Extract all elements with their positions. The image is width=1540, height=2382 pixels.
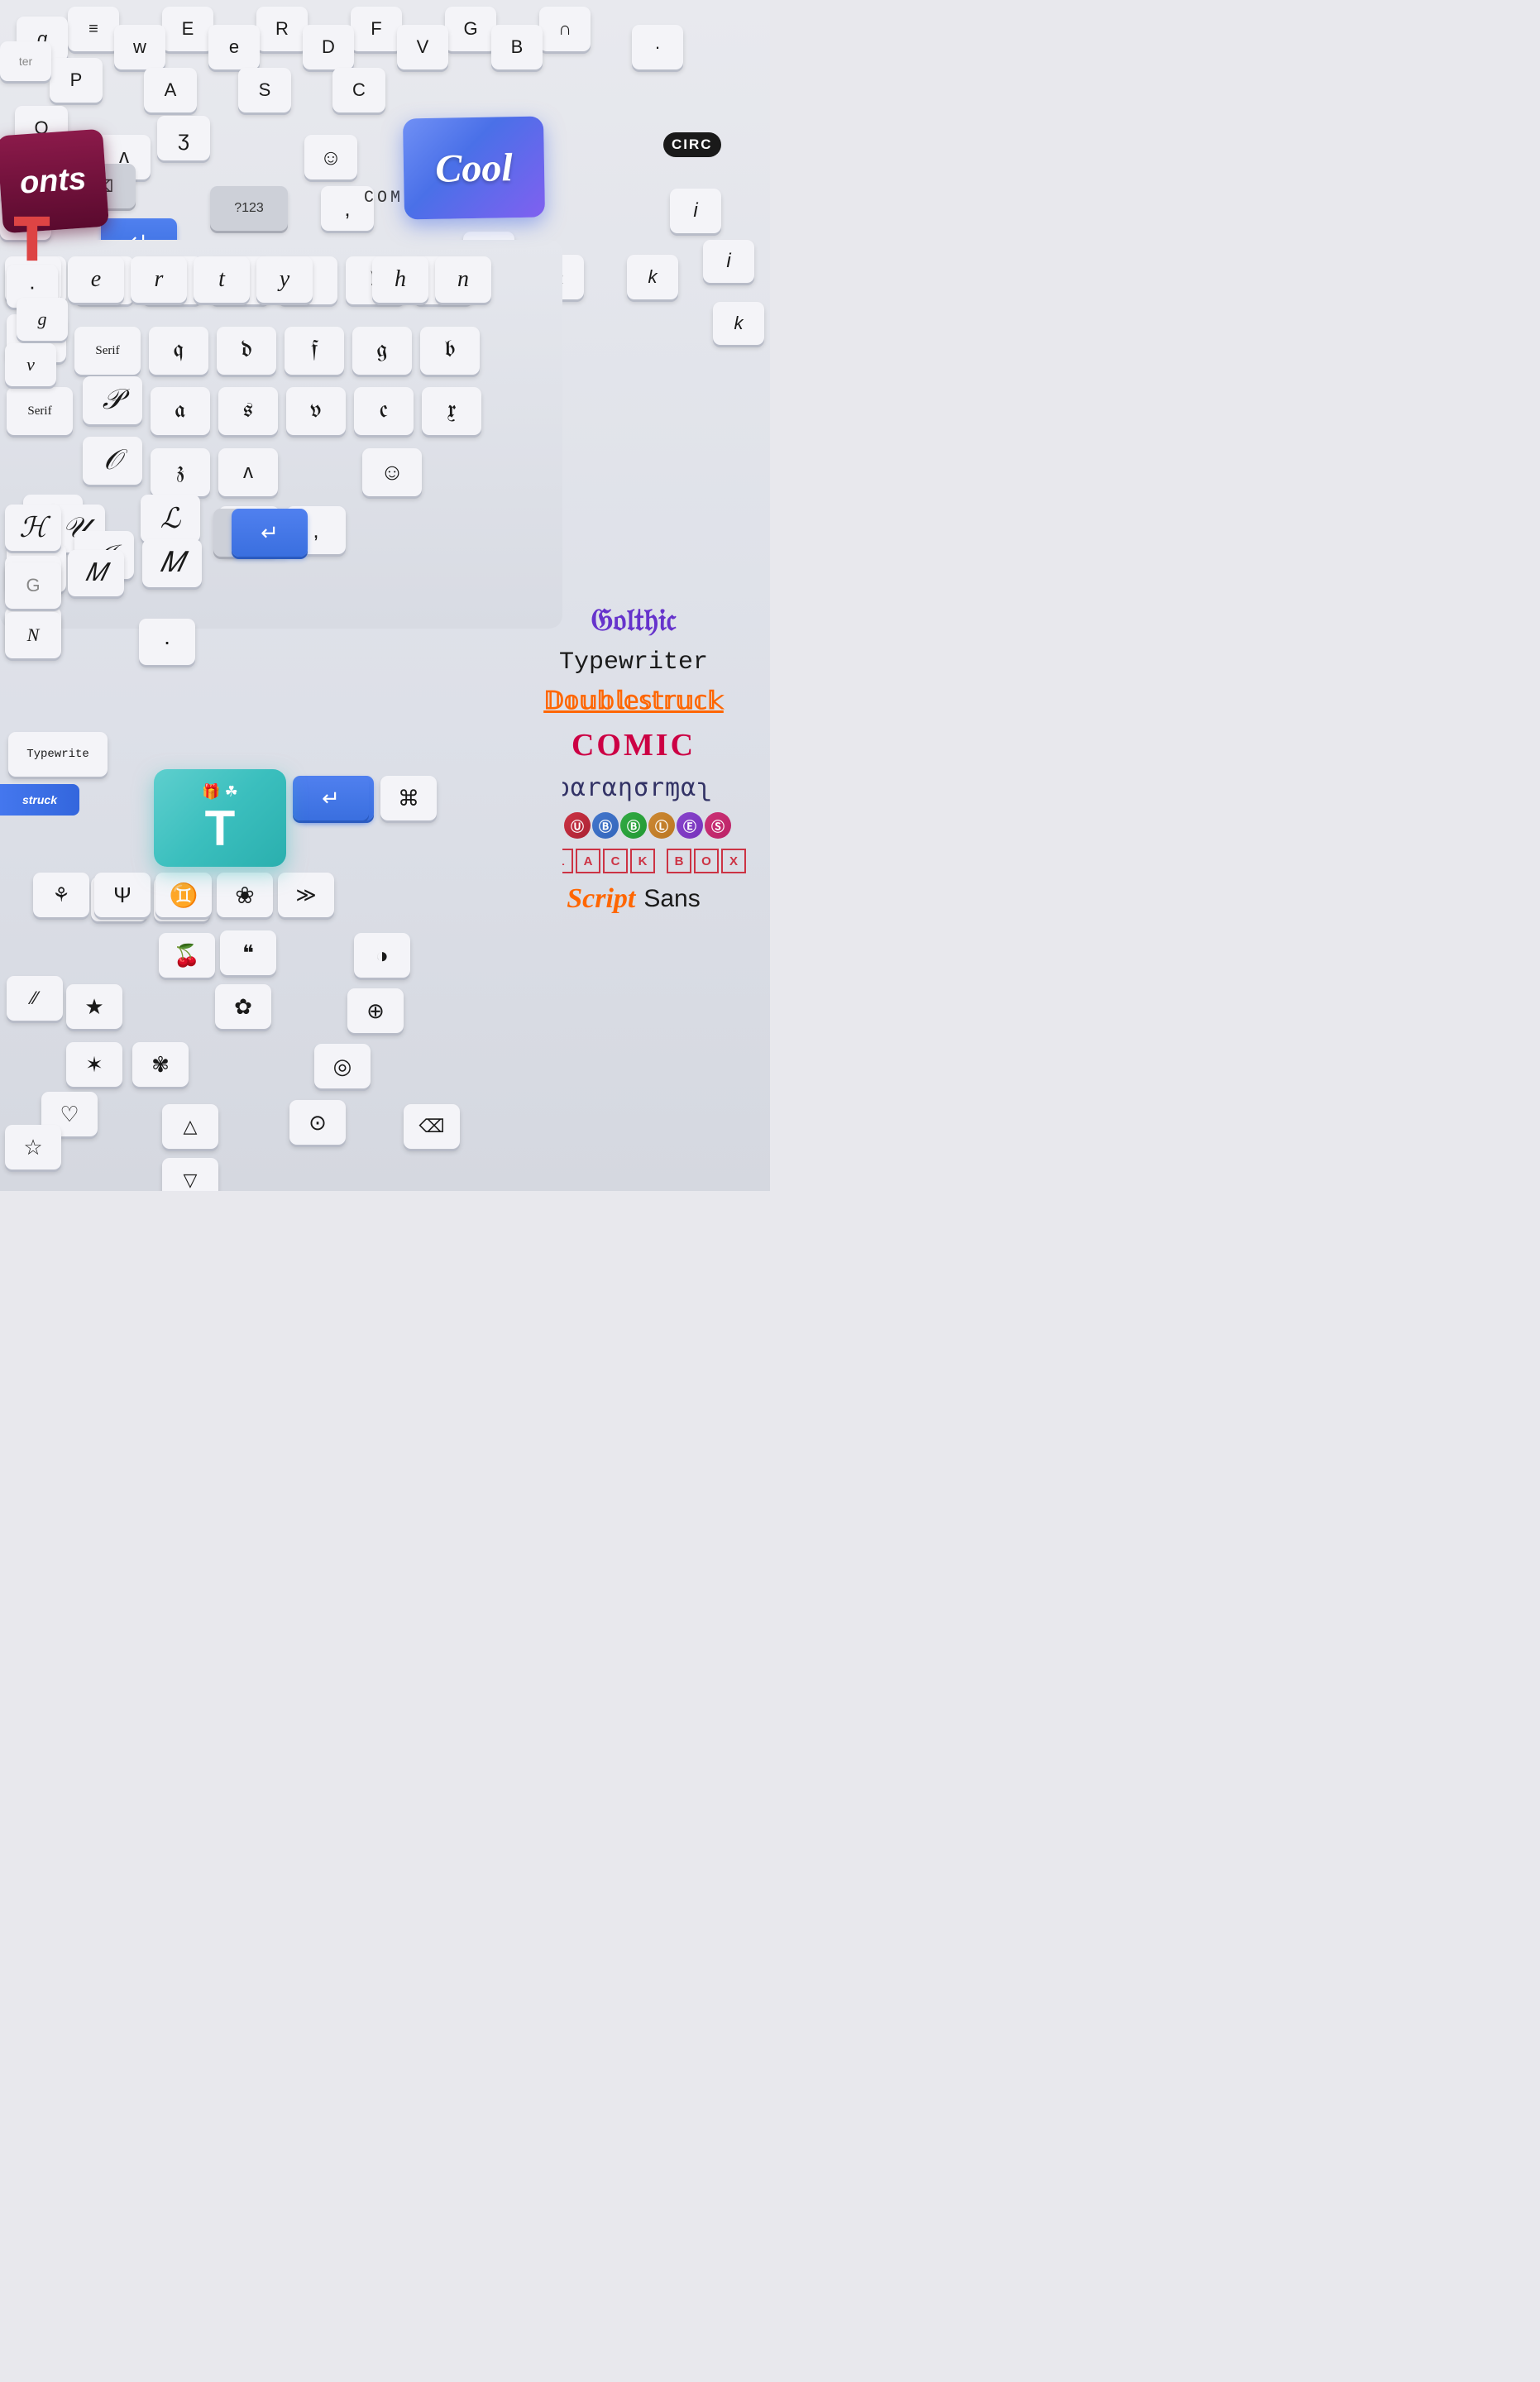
key-c[interactable]: C [332, 68, 385, 112]
sk-star[interactable]: ★ [66, 984, 122, 1029]
key-2[interactable]: ʒ [157, 116, 210, 160]
sk-flower2[interactable]: ✿ [215, 984, 271, 1029]
gc-y[interactable]: y [256, 256, 313, 303]
gk-n3[interactable]: N [5, 612, 61, 658]
sk-triangle-up[interactable]: △ [162, 1104, 218, 1149]
key-f[interactable]: F [351, 7, 402, 51]
key-g[interactable]: G [445, 7, 496, 51]
gk-h2[interactable]: ℋ [5, 505, 61, 551]
teal-badge-t: T [205, 804, 236, 854]
key-i-top[interactable]: i [670, 189, 721, 233]
sk-swirl2[interactable]: ♊ [155, 873, 212, 917]
gc-t[interactable]: t [194, 256, 250, 303]
key-123-top[interactable]: ?123 [210, 186, 288, 231]
fonts-badge-text: onts [19, 163, 88, 199]
key-e-top[interactable]: E [162, 7, 213, 51]
g-key-right[interactable]: g [17, 298, 68, 341]
sk-trident[interactable]: Ψ [94, 873, 151, 917]
ter-key[interactable]: ter [0, 41, 51, 81]
key-e2[interactable]: e [208, 25, 260, 69]
font-bubbles: Ⓑ Ⓤ Ⓑ Ⓑ Ⓛ Ⓔ Ⓢ [536, 812, 731, 839]
gk-g2[interactable]: G [5, 562, 61, 609]
sk-cmd[interactable]: ⌘ [380, 776, 437, 820]
sk-dblangle[interactable]: ≫ [278, 873, 334, 917]
font-doublestruck: 𝔻𝕠𝕦𝕓𝕝𝕖𝕤𝕥𝕣𝕦𝕔𝕜 [543, 686, 724, 717]
key-dot-top[interactable]: · [632, 25, 683, 69]
sk-halfcircle[interactable]: ◑ [354, 933, 410, 978]
key-r-top[interactable]: R [256, 7, 308, 51]
gc-h[interactable]: h [372, 256, 428, 303]
key-menu[interactable]: ≡ [68, 7, 119, 51]
sk-delete2[interactable]: ⌫ [404, 1104, 460, 1149]
key-smiley-top[interactable]: ☺ [304, 135, 357, 179]
key-s[interactable]: S [238, 68, 291, 112]
sk-person[interactable]: ⚘ [33, 873, 89, 917]
sk-flower[interactable]: ❀ [217, 873, 273, 917]
key-n-top[interactable]: ∩ [539, 7, 591, 51]
sk-star2[interactable]: ✶ [66, 1042, 122, 1087]
struck-text: struck [22, 793, 57, 806]
sk-slash1[interactable]: ⁄⁄ [7, 976, 63, 1021]
sk-quote[interactable]: ❝ [220, 930, 276, 975]
font-typewriter: Typewriter [559, 648, 708, 677]
key-a[interactable]: A [144, 68, 197, 112]
key-k-top[interactable]: k [627, 255, 678, 299]
key-w-top[interactable]: w [114, 25, 165, 69]
circ-badge: CIRC [663, 132, 721, 157]
sk-staroutline[interactable]: ☆ [5, 1125, 61, 1169]
i-key-right[interactable]: i [703, 240, 754, 283]
gk-m[interactable]: 𝑀 [68, 550, 124, 596]
gk-dot2[interactable]: · [139, 619, 195, 665]
sk-target[interactable]: ◎ [314, 1044, 371, 1088]
key-b-top[interactable]: B [491, 25, 543, 69]
fonts-t-logo: 𝐓 [13, 208, 50, 275]
font-comic: COMIC [572, 727, 696, 763]
sk-dotcircle[interactable]: ⊙ [289, 1100, 346, 1145]
struck-badge: struck [0, 784, 79, 816]
gc-e[interactable]: e [68, 256, 124, 303]
v-key-right[interactable]: v [5, 343, 56, 386]
key-v-top[interactable]: V [397, 25, 448, 69]
key-d[interactable]: D [303, 25, 354, 69]
k-key-right[interactable]: k [713, 302, 764, 345]
cool-badge-text: Cool [435, 145, 513, 192]
gc-r[interactable]: r [131, 256, 187, 303]
font-paranormal: ρα𝚛αησ𝚛ɱαʅ [555, 773, 713, 802]
key-p[interactable]: P [50, 58, 103, 103]
typewriter-key[interactable]: Typewrite [8, 732, 108, 777]
font-script-sans: Script Sans [567, 883, 701, 915]
teal-badge-icons: 🎁 ☘ [202, 783, 238, 801]
sk-ring[interactable]: ⊕ [347, 988, 404, 1033]
sk-flower3[interactable]: ✾ [132, 1042, 189, 1087]
font-gothic: 𝔊𝔬𝔩𝔱𝔥𝔦𝔠 [591, 604, 676, 639]
cool-badge: Cool [403, 117, 545, 220]
app-container: ≡ E R F G ∩ q w e D V B · P A S C O ʒ ʌ … [0, 0, 770, 1191]
gc-n2[interactable]: n [435, 256, 491, 303]
sk-cherry[interactable]: 🍒 [159, 933, 215, 978]
symbol-keyboard-section: Typewrite 🎁 ☘ T ↵ ⌘ 〜〜 𝄞 ⚘ Ψ ♊ ❀ ≫ ❝ 🍒 ◑… [0, 720, 562, 1191]
sk-blue-enter[interactable]: ↵ [293, 776, 369, 820]
sk-triangle-down[interactable]: ▽ [162, 1158, 218, 1191]
teal-badge: 🎁 ☘ T [154, 769, 286, 867]
